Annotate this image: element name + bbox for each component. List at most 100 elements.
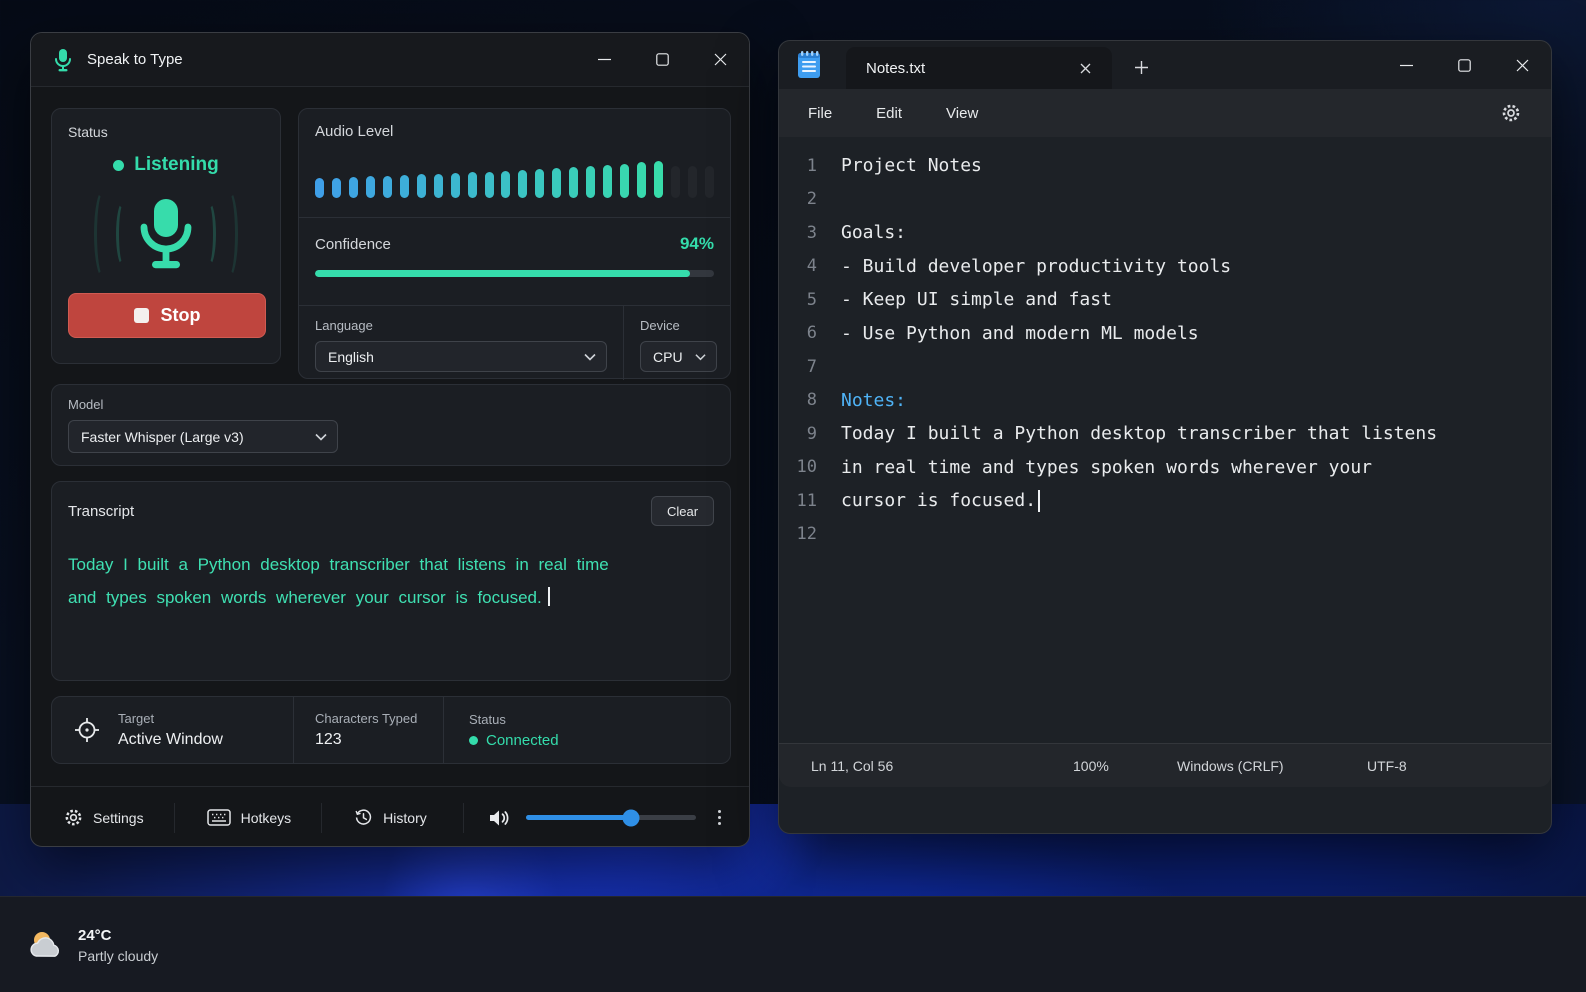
more-options-button[interactable] bbox=[717, 810, 721, 825]
tab-close-icon[interactable] bbox=[1072, 55, 1098, 81]
language-select[interactable]: English bbox=[315, 341, 607, 372]
audio-level-bar bbox=[704, 166, 714, 198]
audio-level-bar bbox=[671, 166, 681, 198]
audio-level-bar bbox=[450, 173, 460, 198]
sound-wave-arc bbox=[220, 190, 238, 278]
line-ending[interactable]: Windows (CRLF) bbox=[1177, 758, 1367, 774]
editor-line: 10 in real time and types spoken words wh… bbox=[796, 456, 1373, 478]
clear-button[interactable]: Clear bbox=[651, 496, 714, 526]
weather-condition: Partly cloudy bbox=[78, 947, 159, 964]
chevron-down-icon bbox=[695, 353, 706, 361]
device-select[interactable]: CPU bbox=[640, 341, 717, 372]
status-label: Status bbox=[68, 124, 108, 140]
chevron-down-icon bbox=[584, 353, 596, 361]
maximize-button[interactable] bbox=[633, 33, 691, 86]
audio-level-bar bbox=[654, 161, 664, 198]
sound-wave-arc bbox=[94, 190, 112, 278]
weather-widget[interactable]: 24°C Partly cloudy bbox=[26, 897, 158, 992]
editor-line: 8 Notes: bbox=[806, 389, 907, 411]
sound-wave-arc bbox=[116, 202, 130, 266]
notepad-tabbar: Notes.txt bbox=[779, 41, 1551, 89]
menu-file[interactable]: File bbox=[808, 105, 832, 122]
editor-line: 5- Keep UI simple and fast bbox=[806, 289, 1112, 311]
chevron-down-icon bbox=[315, 433, 327, 441]
listening-status: Listening bbox=[134, 154, 219, 175]
audio-bars bbox=[315, 152, 714, 198]
confidence-label: Confidence bbox=[315, 236, 391, 253]
audio-level-bar bbox=[467, 172, 477, 198]
divider bbox=[173, 802, 175, 833]
new-tab-button[interactable] bbox=[1124, 51, 1158, 83]
audio-level-bar bbox=[382, 176, 392, 198]
confidence-value: 94% bbox=[679, 234, 714, 253]
audio-level-bar bbox=[416, 174, 426, 198]
audio-level-bar bbox=[315, 178, 324, 198]
editor-line: 9 Today I built a Python desktop transcri… bbox=[806, 423, 1438, 445]
language-label: Language bbox=[315, 318, 373, 333]
target-label: Target bbox=[118, 711, 155, 726]
transcript-panel: Transcript Clear Today I built a Python … bbox=[51, 481, 731, 681]
audio-level-bar bbox=[501, 171, 511, 198]
encoding[interactable]: UTF-8 bbox=[1367, 758, 1407, 774]
stop-button[interactable]: Stop bbox=[68, 293, 266, 338]
model-panel: Model Faster Whisper (Large v3) bbox=[51, 384, 731, 466]
divider bbox=[321, 802, 323, 833]
microphone-big-icon bbox=[134, 195, 198, 273]
menu-edit[interactable]: Edit bbox=[876, 105, 902, 122]
audio-level-label: Audio Level bbox=[315, 123, 394, 140]
target-value: Active Window bbox=[118, 731, 223, 748]
editor-line: 12 bbox=[796, 524, 817, 545]
notepad-editor[interactable]: 1 Project Notes 2 3 Goals: 4- Build develo… bbox=[779, 137, 1551, 743]
partly-cloudy-icon bbox=[26, 928, 66, 962]
text-cursor bbox=[1038, 489, 1041, 512]
editor-line: 3 Goals: bbox=[806, 222, 907, 244]
history-clock-icon bbox=[354, 808, 373, 827]
audio-level-bar bbox=[586, 166, 596, 198]
volume-slider[interactable] bbox=[525, 809, 696, 826]
editor-line: 1 Project Notes bbox=[806, 155, 982, 177]
model-select[interactable]: Faster Whisper (Large v3) bbox=[68, 420, 338, 453]
confidence-progressbar bbox=[315, 270, 714, 277]
audio-level-bar bbox=[620, 164, 630, 198]
notepad-menubar: File Edit View bbox=[779, 89, 1551, 137]
hotkeys-button[interactable]: Hotkeys bbox=[206, 809, 291, 826]
target-icon bbox=[72, 715, 102, 745]
gear-icon bbox=[64, 808, 83, 827]
cursor-position: Ln 11, Col 56 bbox=[811, 757, 894, 774]
audio-level-bar bbox=[687, 166, 697, 198]
status-panel: Status Listening Stop bbox=[51, 108, 281, 364]
microphone-icon bbox=[53, 48, 73, 72]
text-cursor bbox=[547, 587, 550, 606]
minimize-button[interactable] bbox=[1377, 41, 1435, 89]
volume-thumb[interactable] bbox=[622, 809, 640, 826]
menu-view[interactable]: View bbox=[946, 105, 978, 122]
settings-button[interactable]: Settings bbox=[64, 808, 144, 827]
audio-level-bar bbox=[484, 172, 494, 198]
characters-typed-label: Characters Typed bbox=[315, 711, 418, 726]
history-button[interactable]: History bbox=[354, 808, 427, 827]
connected-dot bbox=[469, 735, 478, 745]
microphone-graphic bbox=[68, 180, 264, 288]
stats-panel: Target Active Window Characters Typed 12… bbox=[51, 696, 731, 764]
close-button[interactable] bbox=[1493, 41, 1551, 89]
tab-notes-txt[interactable]: Notes.txt bbox=[846, 47, 1112, 89]
editor-line: 11 cursor is focused. bbox=[779, 484, 1551, 518]
minimize-button[interactable] bbox=[575, 33, 633, 86]
audio-level-bar bbox=[433, 174, 443, 198]
maximize-button[interactable] bbox=[1435, 41, 1493, 89]
taskbar: 24°C Partly cloudy 10:15 AM 5/18/2025 bbox=[0, 896, 1586, 992]
editor-line: 7 bbox=[806, 356, 817, 377]
notes-heading: Notes: bbox=[841, 389, 907, 411]
close-button[interactable] bbox=[691, 33, 749, 86]
audio-level-bar bbox=[552, 168, 562, 198]
zoom-level[interactable]: 100% bbox=[1073, 758, 1177, 774]
audio-level-bar bbox=[518, 170, 528, 198]
transcript-label: Transcript bbox=[68, 502, 135, 520]
audio-level-bar bbox=[637, 162, 647, 198]
speak-footer-toolbar: Settings Hotkeys History bbox=[31, 786, 749, 848]
speaker-icon[interactable] bbox=[488, 808, 512, 828]
notepad-statusbar: Ln 11, Col 56 100% Windows (CRLF) UTF-8 bbox=[779, 743, 1551, 787]
sound-wave-arc bbox=[202, 202, 216, 266]
audio-panel: Audio Level Confidence 94% Language Engl… bbox=[298, 108, 731, 380]
settings-gear-icon[interactable] bbox=[1501, 103, 1521, 123]
